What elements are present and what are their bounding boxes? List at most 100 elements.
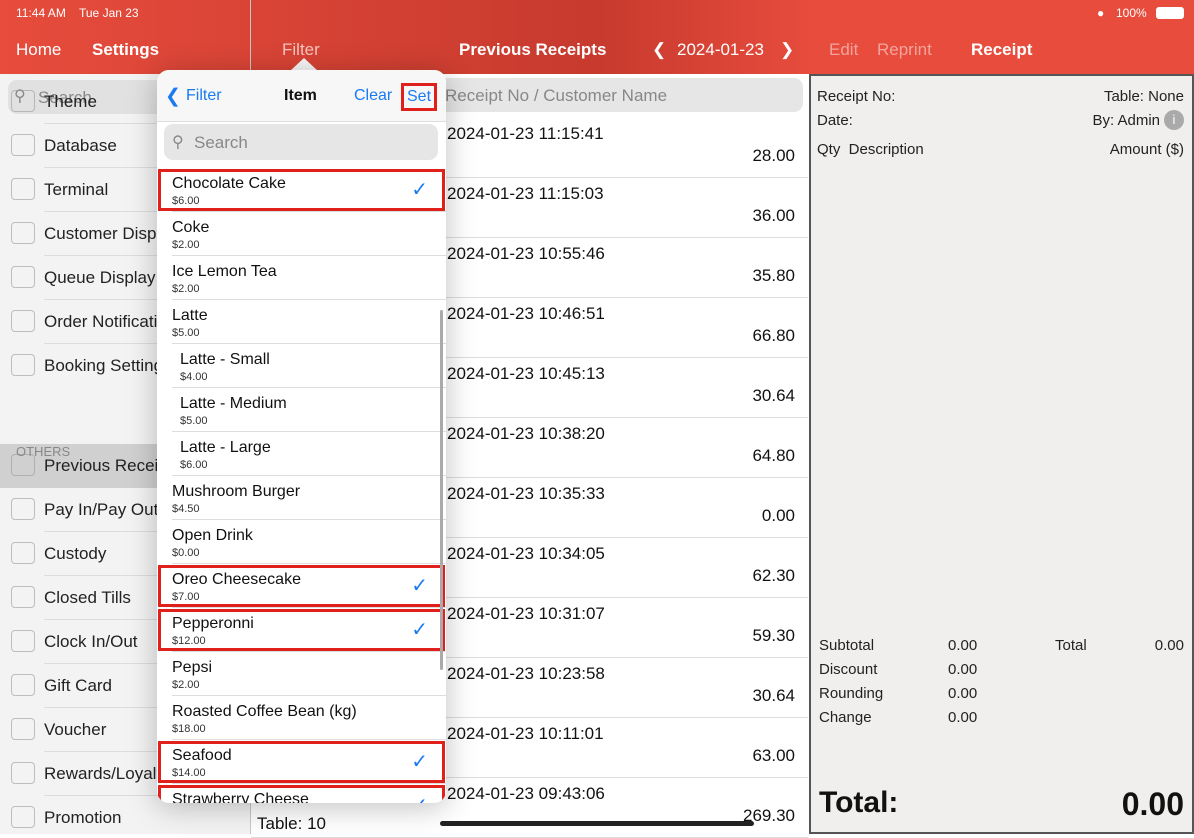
receipt-amount: 0.00 <box>761 506 795 525</box>
receipt-title: Receipt <box>971 40 1033 59</box>
receipt-amount: 36.00 <box>752 206 795 225</box>
item-option[interactable]: Chocolate Cake $6.00 ✓ <box>157 168 446 212</box>
status-time: 11:44 AM <box>16 6 66 20</box>
receipt-datetime: 2024-01-23 10:11:01 <box>447 724 604 743</box>
item-option[interactable]: Latte $5.00 <box>157 300 446 344</box>
item-option[interactable]: Latte - Small $4.00 <box>157 344 446 388</box>
wifi-icon: ● <box>1097 6 1105 20</box>
popover-title: Item <box>284 87 317 104</box>
receipt-date-label: Date: <box>817 112 853 129</box>
change-value: 0.00 <box>948 709 978 726</box>
receipt-amount: 30.64 <box>752 386 795 405</box>
qty-description-header: Qty Description <box>817 141 924 158</box>
total-value: 0.00 <box>1154 637 1184 654</box>
receipt-amount: 63.00 <box>752 746 795 765</box>
receipt-panel: Receipt No: Table: None Date: By: Admin … <box>809 74 1194 834</box>
receipt-datetime: 2024-01-23 10:31:07 <box>447 604 605 623</box>
reprint-button[interactable]: Reprint <box>877 40 932 60</box>
item-option[interactable]: Roasted Coffee Bean (kg) $18.00 <box>157 696 446 740</box>
home-indicator <box>440 821 754 826</box>
checkmark-icon: ✓ <box>411 619 428 641</box>
item-option[interactable]: Seafood $14.00 ✓ <box>157 740 446 784</box>
discount-value: 0.00 <box>948 661 978 678</box>
sidebar-item-icon <box>11 806 35 828</box>
receipt-amount: 62.30 <box>752 566 795 585</box>
discount-label: Discount <box>819 661 878 678</box>
table-label: Table: 10 <box>257 814 326 833</box>
item-option[interactable]: Open Drink $0.00 <box>157 520 446 564</box>
sidebar-item-icon <box>11 354 35 376</box>
receipt-amount: 35.80 <box>752 266 795 285</box>
receipt-datetime: 2024-01-23 09:43:06 <box>447 784 605 803</box>
receipt-datetime: 2024-01-23 10:55:46 <box>447 244 605 263</box>
sidebar-item-icon <box>11 542 35 564</box>
receipt-table: Table: None <box>1103 88 1184 105</box>
checkmark-icon: ✓ <box>411 793 428 803</box>
item-option[interactable]: Ice Lemon Tea $2.00 <box>157 256 446 300</box>
checkmark-icon: ✓ <box>411 751 428 773</box>
battery-level: 100% <box>1116 6 1147 20</box>
receipt-amount: 66.80 <box>752 326 795 345</box>
receipt-amount: 64.80 <box>752 446 795 465</box>
set-button[interactable]: Set <box>401 83 438 111</box>
sidebar-item-icon <box>11 310 35 332</box>
receipt-amount: 30.64 <box>752 686 795 705</box>
prev-date-icon[interactable]: ❮ <box>652 40 666 60</box>
amount-header: Amount ($) <box>1109 141 1184 158</box>
filter-button[interactable]: Filter <box>282 40 320 60</box>
receipt-datetime: 2024-01-23 10:45:13 <box>447 364 605 383</box>
receipt-datetime: 2024-01-23 10:35:33 <box>447 484 605 503</box>
sidebar-item-icon <box>11 718 35 740</box>
receipt-datetime: 2024-01-23 10:46:51 <box>447 304 605 323</box>
item-option[interactable]: Pepsi $2.00 <box>157 652 446 696</box>
edit-button[interactable]: Edit <box>829 40 858 60</box>
info-icon[interactable]: i <box>1164 110 1184 130</box>
back-filter-button[interactable]: Filter <box>186 87 222 105</box>
item-option[interactable]: Latte - Large $6.00 <box>157 432 446 476</box>
change-label: Change <box>819 709 872 726</box>
receipt-amount: 28.00 <box>752 146 795 165</box>
receipt-datetime: 2024-01-23 11:15:03 <box>447 184 604 203</box>
search-icon: ⚲ <box>172 134 184 151</box>
total-label: Total <box>1055 637 1087 654</box>
receipt-by: By: Admin <box>1092 112 1160 129</box>
header-bar: 11:44 AM Tue Jan 23 ● 100% Home Settings… <box>0 0 1194 74</box>
current-date[interactable]: 2024-01-23 <box>677 40 764 60</box>
item-option[interactable]: Latte - Medium $5.00 <box>157 388 446 432</box>
receipt-datetime: 2024-01-23 10:38:20 <box>447 424 605 443</box>
rounding-value: 0.00 <box>948 685 978 702</box>
sidebar-item-icon <box>11 90 35 112</box>
receipt-datetime: 2024-01-23 10:23:58 <box>447 664 605 683</box>
receipt-datetime: 2024-01-23 10:34:05 <box>447 544 605 563</box>
item-option[interactable]: Pepperonni $12.00 ✓ <box>157 608 446 652</box>
sidebar-item-icon <box>11 762 35 784</box>
settings-title: Settings <box>92 40 160 59</box>
sidebar-item-icon <box>11 178 35 200</box>
receipt-no-label: Receipt No: <box>817 88 896 105</box>
item-option[interactable]: Coke $2.00 <box>157 212 446 256</box>
checkmark-icon: ✓ <box>411 575 428 597</box>
grand-total-value: 0.00 <box>1121 786 1184 822</box>
item-option[interactable]: Oreo Cheesecake $7.00 ✓ <box>157 564 446 608</box>
grand-total-label: Total: <box>819 786 899 819</box>
status-date: Tue Jan 23 <box>79 6 139 20</box>
item-search-input[interactable]: Search <box>164 124 438 160</box>
receipt-amount: 59.30 <box>752 626 795 645</box>
subtotal-value: 0.00 <box>948 637 978 654</box>
item-filter-popover: ❮ Filter Item Clear Set Search ⚲ Chocola… <box>157 70 446 803</box>
item-option[interactable]: Strawberry Cheese✓ <box>157 784 446 803</box>
item-option[interactable]: Mushroom Burger $4.50 <box>157 476 446 520</box>
sidebar-item-icon <box>11 498 35 520</box>
subtotal-label: Subtotal <box>819 637 875 654</box>
back-chevron-icon[interactable]: ❮ <box>165 85 181 108</box>
sidebar-item-icon <box>11 134 35 156</box>
rounding-label: Rounding <box>819 685 884 702</box>
receipt-datetime: 2024-01-23 11:15:41 <box>447 124 604 143</box>
sidebar-item-icon <box>11 586 35 608</box>
clear-button[interactable]: Clear <box>354 87 392 105</box>
home-button[interactable]: Home <box>16 40 61 60</box>
sidebar-item-icon <box>11 266 35 288</box>
scrollbar[interactable] <box>440 310 443 670</box>
next-date-icon[interactable]: ❯ <box>780 40 794 60</box>
checkmark-icon: ✓ <box>411 179 428 201</box>
